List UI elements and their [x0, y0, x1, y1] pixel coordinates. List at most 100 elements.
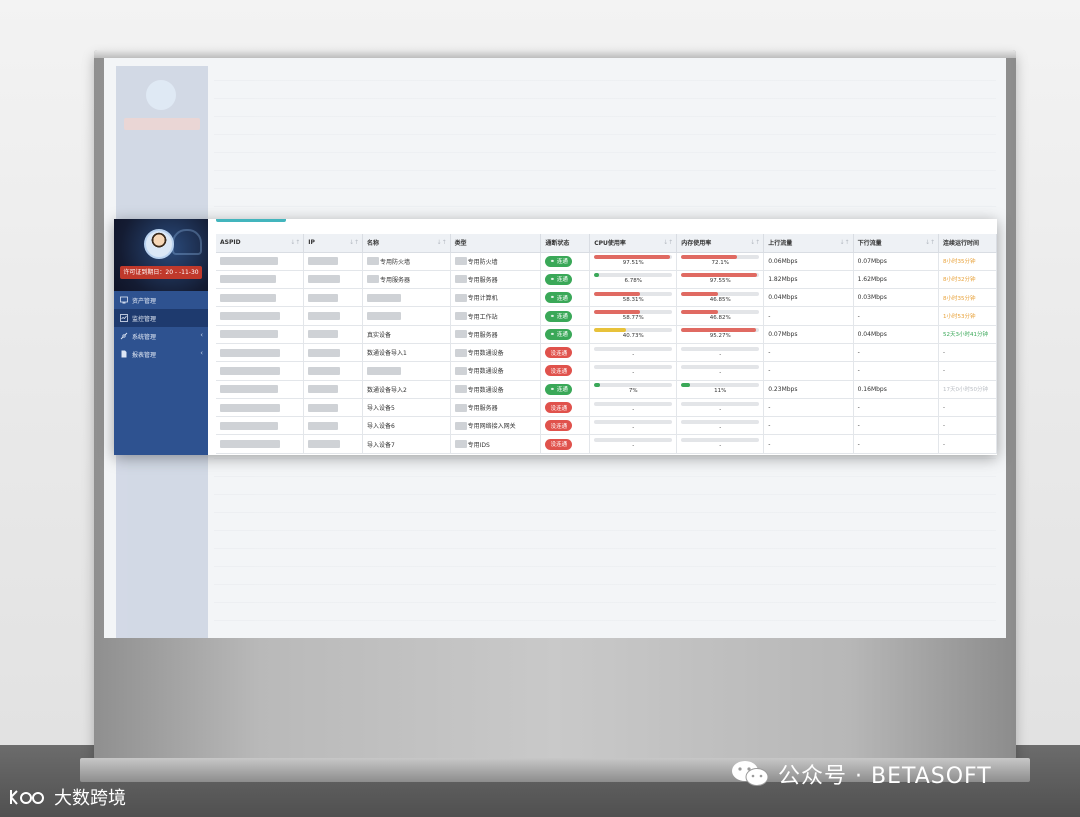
sort-icon[interactable]: ↓↑	[290, 239, 300, 246]
sort-icon[interactable]: ↓↑	[925, 239, 935, 246]
uptime-cell: 52天3小时41分钟	[938, 325, 997, 344]
sidebar-item-monitoring[interactable]: 监控管理	[114, 309, 208, 327]
column-header-type[interactable]: 类型	[450, 234, 542, 253]
cpu-cell: 58.77%	[589, 306, 678, 326]
table-row[interactable]: 专用数通设备 没连通 - - - - -	[216, 361, 997, 381]
column-header-downstream[interactable]: 下行流量 ↓↑	[853, 234, 940, 253]
sidebar-item-reports[interactable]: 报表管理 ‹	[114, 345, 208, 363]
mem-usage-meter: -	[681, 419, 760, 432]
device-name: 专用服务器	[380, 276, 411, 284]
monitor-icon	[120, 314, 128, 322]
upstream-cell: -	[763, 343, 854, 363]
table-row[interactable]: 数通设备导入2 专用数通设备 ⚭ 连通 7% 11% 0.23Mbps 0.16M…	[216, 380, 997, 399]
mem-usage-meter: 46.82%	[681, 310, 760, 322]
mem-usage-meter: 95.27%	[681, 328, 760, 340]
sidebar-item-assets[interactable]: 资产管理	[114, 291, 208, 309]
memory-cell: 97.55%	[676, 270, 765, 290]
mem-usage-value: 72.1%	[711, 260, 729, 267]
watermark-right: 公众号 · BETASOFT	[730, 758, 992, 790]
ip-cell	[303, 343, 364, 363]
redacted-aspid	[220, 366, 280, 375]
type-cell: 专用服务器	[450, 325, 542, 344]
column-header-upstream[interactable]: 上行流量 ↓↑	[763, 234, 854, 253]
aspid-cell	[216, 306, 305, 326]
redacted-name	[367, 366, 402, 375]
ip-cell	[303, 416, 364, 436]
uptime-cell: -	[938, 361, 997, 381]
redacted-ip	[308, 421, 339, 430]
cpu-usage-value: 97.51%	[622, 260, 644, 267]
redacted-prefix	[454, 385, 467, 394]
status-cell: ⚭ 连通	[540, 288, 591, 308]
license-expiry-badge: 许可证到期日：20 - -11-30	[120, 266, 202, 279]
column-header-aspid[interactable]: ASPID ↓↑	[216, 234, 305, 253]
table-row[interactable]: 专用防火墙 专用防火墙 ⚭ 连通 97.51% 72.1% 0.06Mbps 0.…	[216, 252, 997, 271]
table-row[interactable]: 专用计算机 ⚭ 连通 58.31% 46.85% 0.04Mbps 0.03Mbp…	[216, 288, 997, 308]
wechat-icon	[732, 761, 769, 786]
sidebar-item-label: 报表管理	[132, 351, 157, 359]
type-cell: 专用服务器	[450, 270, 542, 290]
table-row[interactable]: 导入设备7 专用IDS 没连通 - - - - -	[216, 434, 997, 454]
redacted-ip	[308, 275, 341, 284]
redacted-ip	[308, 385, 339, 394]
status-badge: 没连通	[545, 365, 573, 377]
cpu-usage-value: -	[632, 369, 635, 376]
mem-usage-value: -	[719, 424, 722, 431]
memory-cell: -	[676, 343, 765, 363]
device-name: 数通设备导入2	[367, 386, 407, 394]
sidebar-item-system[interactable]: 系统管理 ‹	[114, 327, 208, 345]
sort-icon[interactable]: ↓↑	[840, 239, 850, 246]
status-cell: ⚭ 连通	[540, 270, 591, 290]
cloud-upload-icon	[172, 229, 202, 255]
column-header-memory[interactable]: 内存使用率 ↓↑	[676, 234, 765, 253]
type-cell: 专用防火墙	[450, 252, 542, 271]
memory-cell: 11%	[676, 380, 765, 399]
upstream-cell: -	[763, 416, 854, 436]
redacted-ip	[308, 366, 341, 375]
column-header-name[interactable]: 名称 ↓↑	[362, 234, 451, 253]
mem-usage-value: -	[719, 351, 722, 358]
redacted-prefix	[454, 440, 467, 449]
column-header-cpu[interactable]: CPU使用率 ↓↑	[589, 234, 678, 253]
cpu-usage-value: 6.78%	[624, 278, 642, 285]
redacted-ip	[308, 348, 341, 357]
uptime-cell: 8小时35分钟	[938, 252, 997, 271]
status-badge: 没连通	[545, 347, 573, 359]
table-row[interactable]: 导入设备6 专用网络接入网关 没连通 - - - - -	[216, 416, 997, 436]
sort-icon[interactable]: ↓↑	[663, 239, 673, 246]
status-badge: ⚭ 连通	[545, 292, 573, 304]
uptime-value: 8小时35分钟	[943, 295, 976, 302]
uptime-value: -	[943, 368, 945, 375]
link-icon: ⚭	[549, 385, 555, 393]
sort-icon[interactable]: ↓↑	[349, 239, 359, 246]
uptime-cell: 1小时53分钟	[938, 306, 997, 326]
cpu-usage-value: -	[632, 351, 635, 358]
table-row[interactable]: 真实设备 专用服务器 ⚭ 连通 40.73% 95.27% 0.07Mbps 0.…	[216, 325, 997, 344]
cpu-cell: 97.51%	[589, 252, 678, 271]
column-header-ip[interactable]: IP ↓↑	[303, 234, 364, 253]
cpu-cell: 40.73%	[589, 325, 678, 344]
memory-cell: -	[676, 361, 765, 381]
ip-cell	[303, 252, 364, 271]
sort-icon[interactable]: ↓↑	[750, 239, 760, 246]
table-header-row: ASPID ↓↑ IP ↓↑ 名称 ↓↑ 类型 通断状态 CPU使用率 ↓↑ 内存使用率…	[216, 234, 997, 253]
aspid-cell	[216, 252, 305, 271]
device-type: 专用工作站	[467, 313, 498, 321]
sort-icon[interactable]: ↓↑	[437, 239, 447, 246]
status-cell: 没连通	[540, 361, 591, 381]
avatar[interactable]	[144, 229, 174, 259]
table-row[interactable]: 专用工作站 ⚭ 连通 58.77% 46.82% - - 1小时53分钟	[216, 306, 997, 326]
redacted-prefix	[454, 312, 467, 321]
table-row[interactable]: 导入设备5 专用服务器 没连通 - - - - -	[216, 398, 997, 418]
table-row[interactable]: 专用服务器 专用服务器 ⚭ 连通 6.78% 97.55% 1.82Mbps 1.…	[216, 270, 997, 290]
ip-cell	[303, 434, 364, 454]
cpu-usage-value: -	[632, 424, 635, 431]
mem-usage-value: -	[719, 443, 722, 450]
table-row[interactable]: 数通设备导入1 专用数通设备 没连通 - - - - -	[216, 343, 997, 363]
uptime-cell: -	[938, 343, 997, 363]
name-cell: 导入设备7	[362, 434, 451, 454]
cpu-cell: 6.78%	[589, 270, 678, 290]
watermark-left-text: 大数跨境	[54, 788, 126, 809]
cpu-usage-value: 58.77%	[622, 315, 644, 322]
type-cell: 专用服务器	[450, 398, 542, 418]
